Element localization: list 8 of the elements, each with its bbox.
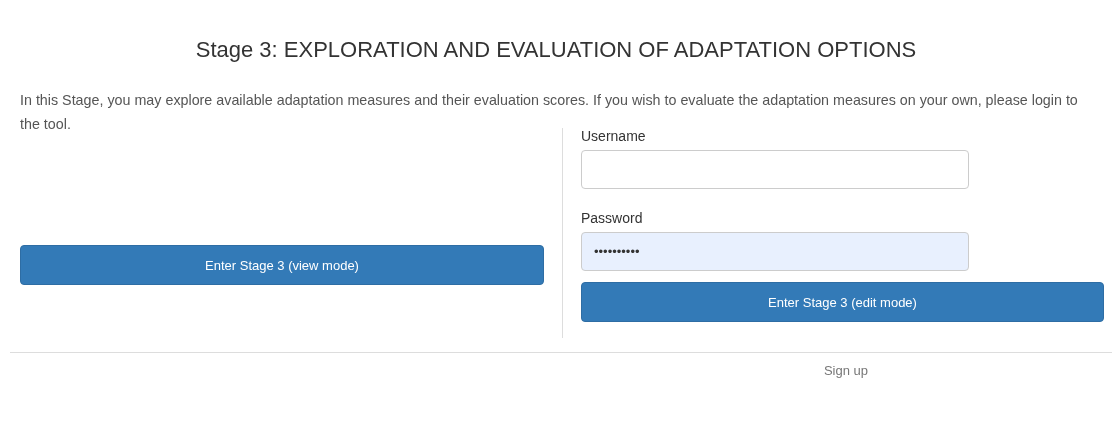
field-label: Username	[581, 128, 647, 144]
edit-mode-button[interactable]: Enter Stage 3 (edit mode)	[581, 282, 1104, 322]
username-field[interactable]	[581, 150, 969, 189]
view-mode-button[interactable]: Enter Stage 3 (view mode)	[20, 245, 544, 285]
sign-up-link[interactable]: Sign up	[823, 363, 869, 378]
password-field[interactable]: ••••••••••	[581, 232, 969, 271]
field-label: Password	[581, 210, 644, 226]
page-title: Stage 3: EXPLORATION AND EVALUATION OF ADAPTATION OPTIONS	[194, 36, 918, 63]
